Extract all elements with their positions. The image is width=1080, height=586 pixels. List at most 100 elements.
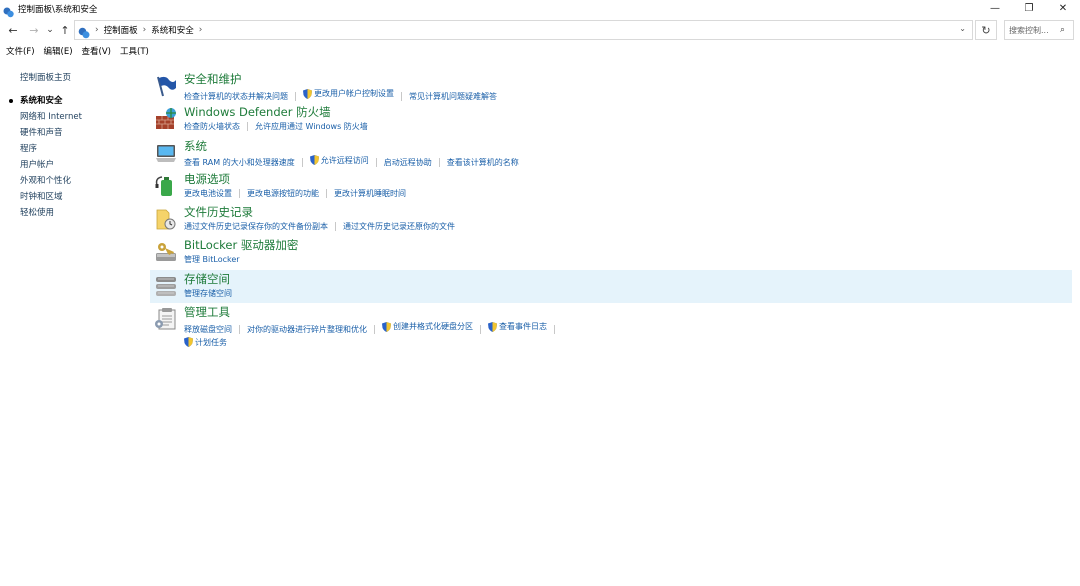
link-restore-files[interactable]: 通过文件历史记录还原你的文件 (343, 220, 455, 233)
link-remote-access-label: 允许远程访问 (320, 155, 369, 165)
category-bitlocker: BitLocker 驱动器加密 管理 BitLocker (150, 236, 1072, 269)
menu-bar: 文件(F) 编辑(E) 查看(V) 工具(T) (0, 45, 152, 59)
menu-view[interactable]: 查看(V) (82, 45, 111, 59)
sidebar-item-home[interactable]: 控制面板主页 (20, 70, 140, 86)
link-defragment[interactable]: 对你的驱动器进行碎片整理和优化 (247, 323, 367, 336)
control-panel-icon (78, 24, 90, 39)
back-button[interactable]: ← (6, 20, 20, 40)
up-button[interactable]: ↑ (58, 20, 72, 40)
window-title: 控制面板\系统和安全 (18, 4, 98, 15)
category-title[interactable]: 电源选项 (184, 170, 1072, 187)
search-icon[interactable]: ⌕ (1060, 25, 1065, 35)
category-title[interactable]: BitLocker 驱动器加密 (184, 236, 1072, 253)
category-title[interactable]: 系统 (184, 137, 1072, 154)
menu-tools[interactable]: 工具(T) (120, 45, 149, 59)
uac-shield-icon (184, 337, 193, 348)
flag-icon (154, 74, 178, 98)
uac-shield-icon (382, 321, 391, 332)
firewall-icon (154, 107, 178, 131)
link-divider (438, 158, 440, 168)
link-check-status[interactable]: 检查计算机的状态并解决问题 (184, 90, 288, 103)
link-firewall-status[interactable]: 检查防火墙状态 (184, 120, 240, 133)
breadcrumb-separator[interactable]: › (199, 25, 203, 35)
category-power: 电源选项 更改电池设置 更改电源按钮的功能 更改计算机睡眠时间 (150, 170, 1072, 203)
link-manage-bitlocker[interactable]: 管理 BitLocker (184, 253, 240, 266)
link-view-ram[interactable]: 查看 RAM 的大小和处理器速度 (184, 156, 295, 169)
category-admin-tools: 管理工具 释放磁盘空间 对你的驱动器进行碎片整理和优化 创建并格式化硬盘分区 查看事件… (150, 303, 1072, 348)
recent-locations-button[interactable]: ⌄ (43, 20, 57, 40)
link-divider (295, 91, 296, 101)
address-dropdown-icon[interactable]: ⌄ (959, 24, 966, 33)
menu-file[interactable]: 文件(F) (6, 45, 35, 59)
category-title[interactable]: 安全和维护 (184, 70, 1072, 87)
link-task-scheduler[interactable]: 计划任务 (184, 336, 227, 349)
refresh-button[interactable]: ↻ (975, 20, 997, 40)
category-list: 安全和维护 检查计算机的状态并解决问题 更改用户帐户控制设置 常见计算机问题疑难解答… (150, 70, 1072, 348)
power-options-icon (154, 174, 178, 198)
sidebar-item-programs[interactable]: 程序 (20, 141, 140, 157)
sidebar-item-appearance[interactable]: 外观和个性化 (20, 173, 140, 189)
breadcrumb-separator[interactable]: › (143, 25, 147, 35)
category-storage-spaces: 存储空间 管理存储空间 (150, 269, 1072, 304)
menu-edit[interactable]: 编辑(E) (44, 45, 73, 59)
minimize-button[interactable]: — (978, 0, 1012, 17)
link-remote-access[interactable]: 允许远程访问 (309, 154, 369, 167)
storage-spaces-icon (154, 274, 178, 298)
search-box[interactable]: ⌕ (1004, 20, 1074, 40)
sidebar-item-user-accounts[interactable]: 用户帐户 (20, 157, 140, 173)
link-allow-app[interactable]: 允许应用通过 Windows 防火墙 (255, 120, 368, 133)
link-divider (374, 324, 375, 334)
link-troubleshoot[interactable]: 常见计算机问题疑难解答 (409, 90, 497, 103)
category-title[interactable]: 管理工具 (184, 303, 1072, 320)
sidebar-item-hardware-sound[interactable]: 硬件和声音 (20, 125, 140, 141)
uac-shield-icon (309, 155, 319, 166)
link-uac-settings-label: 更改用户帐户控制设置 (314, 89, 394, 98)
link-uac-settings[interactable]: 更改用户帐户控制设置 (303, 87, 394, 100)
category-system: 系统 查看 RAM 的大小和处理器速度 允许远程访问 启动远程协助 查看该计算机的名称 (150, 137, 1072, 170)
breadcrumb-separator[interactable]: › (95, 25, 99, 35)
breadcrumb-control-panel[interactable]: 控制面板 (104, 24, 138, 36)
link-event-logs-label: 查看事件日志 (499, 322, 547, 332)
link-divider (326, 188, 327, 198)
link-power-button[interactable]: 更改电源按钮的功能 (247, 187, 319, 200)
computer-icon (154, 141, 178, 165)
restore-button[interactable]: ❐ (1012, 0, 1046, 17)
category-file-history: 文件历史记录 通过文件历史记录保存你的文件备份副本 通过文件历史记录还原你的文件 (150, 203, 1072, 236)
close-button[interactable]: ✕ (1046, 0, 1080, 17)
sidebar-item-ease-of-access[interactable]: 轻松使用 (20, 205, 140, 221)
link-event-logs[interactable]: 查看事件日志 (488, 320, 547, 333)
breadcrumb-system-security[interactable]: 系统和安全 (151, 24, 194, 36)
category-firewall: Windows Defender 防火墙 检查防火墙状态 允许应用通过 Windo… (150, 103, 1072, 136)
link-divider (239, 188, 240, 198)
category-title[interactable]: 存储空间 (184, 270, 1072, 287)
sidebar-item-system-security[interactable]: 系统和安全 (9, 93, 140, 109)
link-create-partitions[interactable]: 创建并格式化硬盘分区 (382, 320, 473, 333)
navigation-bar: ← → ⌄ ↑ › 控制面板 › 系统和安全 › ⌄ ↻ ⌕ (0, 18, 1080, 42)
link-task-scheduler-label: 计划任务 (195, 337, 227, 347)
link-divider (247, 122, 248, 132)
link-battery-settings[interactable]: 更改电池设置 (184, 187, 232, 200)
sidebar: 控制面板主页 系统和安全 网络和 Internet 硬件和声音 程序 用户帐户 … (9, 70, 140, 221)
search-input[interactable] (1005, 25, 1060, 35)
category-title[interactable]: 文件历史记录 (184, 203, 1072, 220)
link-divider (335, 222, 336, 232)
category-security-maintenance: 安全和维护 检查计算机的状态并解决问题 更改用户帐户控制设置 常见计算机问题疑难解答 (150, 70, 1072, 103)
bitlocker-key-icon (154, 240, 178, 264)
link-free-disk-space[interactable]: 释放磁盘空间 (184, 323, 232, 336)
sidebar-item-network[interactable]: 网络和 Internet (20, 109, 140, 125)
link-divider (480, 324, 481, 334)
title-bar: 控制面板\系统和安全 — ❐ ✕ (0, 0, 1080, 18)
category-title[interactable]: Windows Defender 防火墙 (184, 103, 1072, 120)
forward-button[interactable]: → (27, 20, 41, 40)
address-bar[interactable]: › 控制面板 › 系统和安全 › ⌄ (74, 20, 973, 40)
link-backup-files[interactable]: 通过文件历史记录保存你的文件备份副本 (184, 220, 328, 233)
link-sleep-time[interactable]: 更改计算机睡眠时间 (334, 187, 406, 200)
link-computer-name[interactable]: 查看该计算机的名称 (447, 156, 519, 169)
link-manage-storage[interactable]: 管理存储空间 (184, 287, 232, 300)
file-history-icon (154, 207, 178, 231)
link-divider (301, 158, 303, 168)
uac-shield-icon (488, 321, 497, 332)
link-divider (554, 324, 555, 334)
sidebar-item-clock-region[interactable]: 时钟和区域 (20, 189, 140, 205)
link-remote-assistance[interactable]: 启动远程协助 (384, 156, 432, 169)
